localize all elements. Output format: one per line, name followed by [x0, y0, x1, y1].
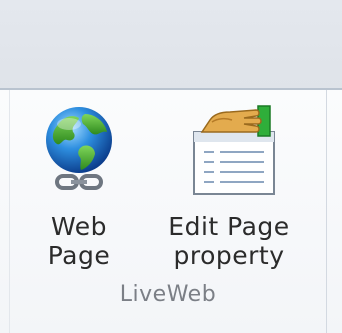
ribbon-group-liveweb: Web Page Edit Page property LiveWeb — [10, 90, 327, 333]
edit-page-property-label-line2: property — [173, 241, 285, 270]
ribbon-tab-strip — [0, 0, 342, 88]
group-label-liveweb: LiveWeb — [119, 282, 217, 307]
hand-document-icon — [193, 105, 275, 195]
globe-link-icon — [46, 107, 112, 190]
web-page-label-line2: Page — [47, 241, 111, 270]
web-page-label-line1: Web — [50, 212, 107, 241]
edit-page-property-button[interactable]: Edit Page property — [140, 102, 318, 270]
edit-page-property-label-line1: Edit Page — [168, 212, 290, 241]
web-page-button[interactable]: Web Page — [34, 102, 124, 270]
